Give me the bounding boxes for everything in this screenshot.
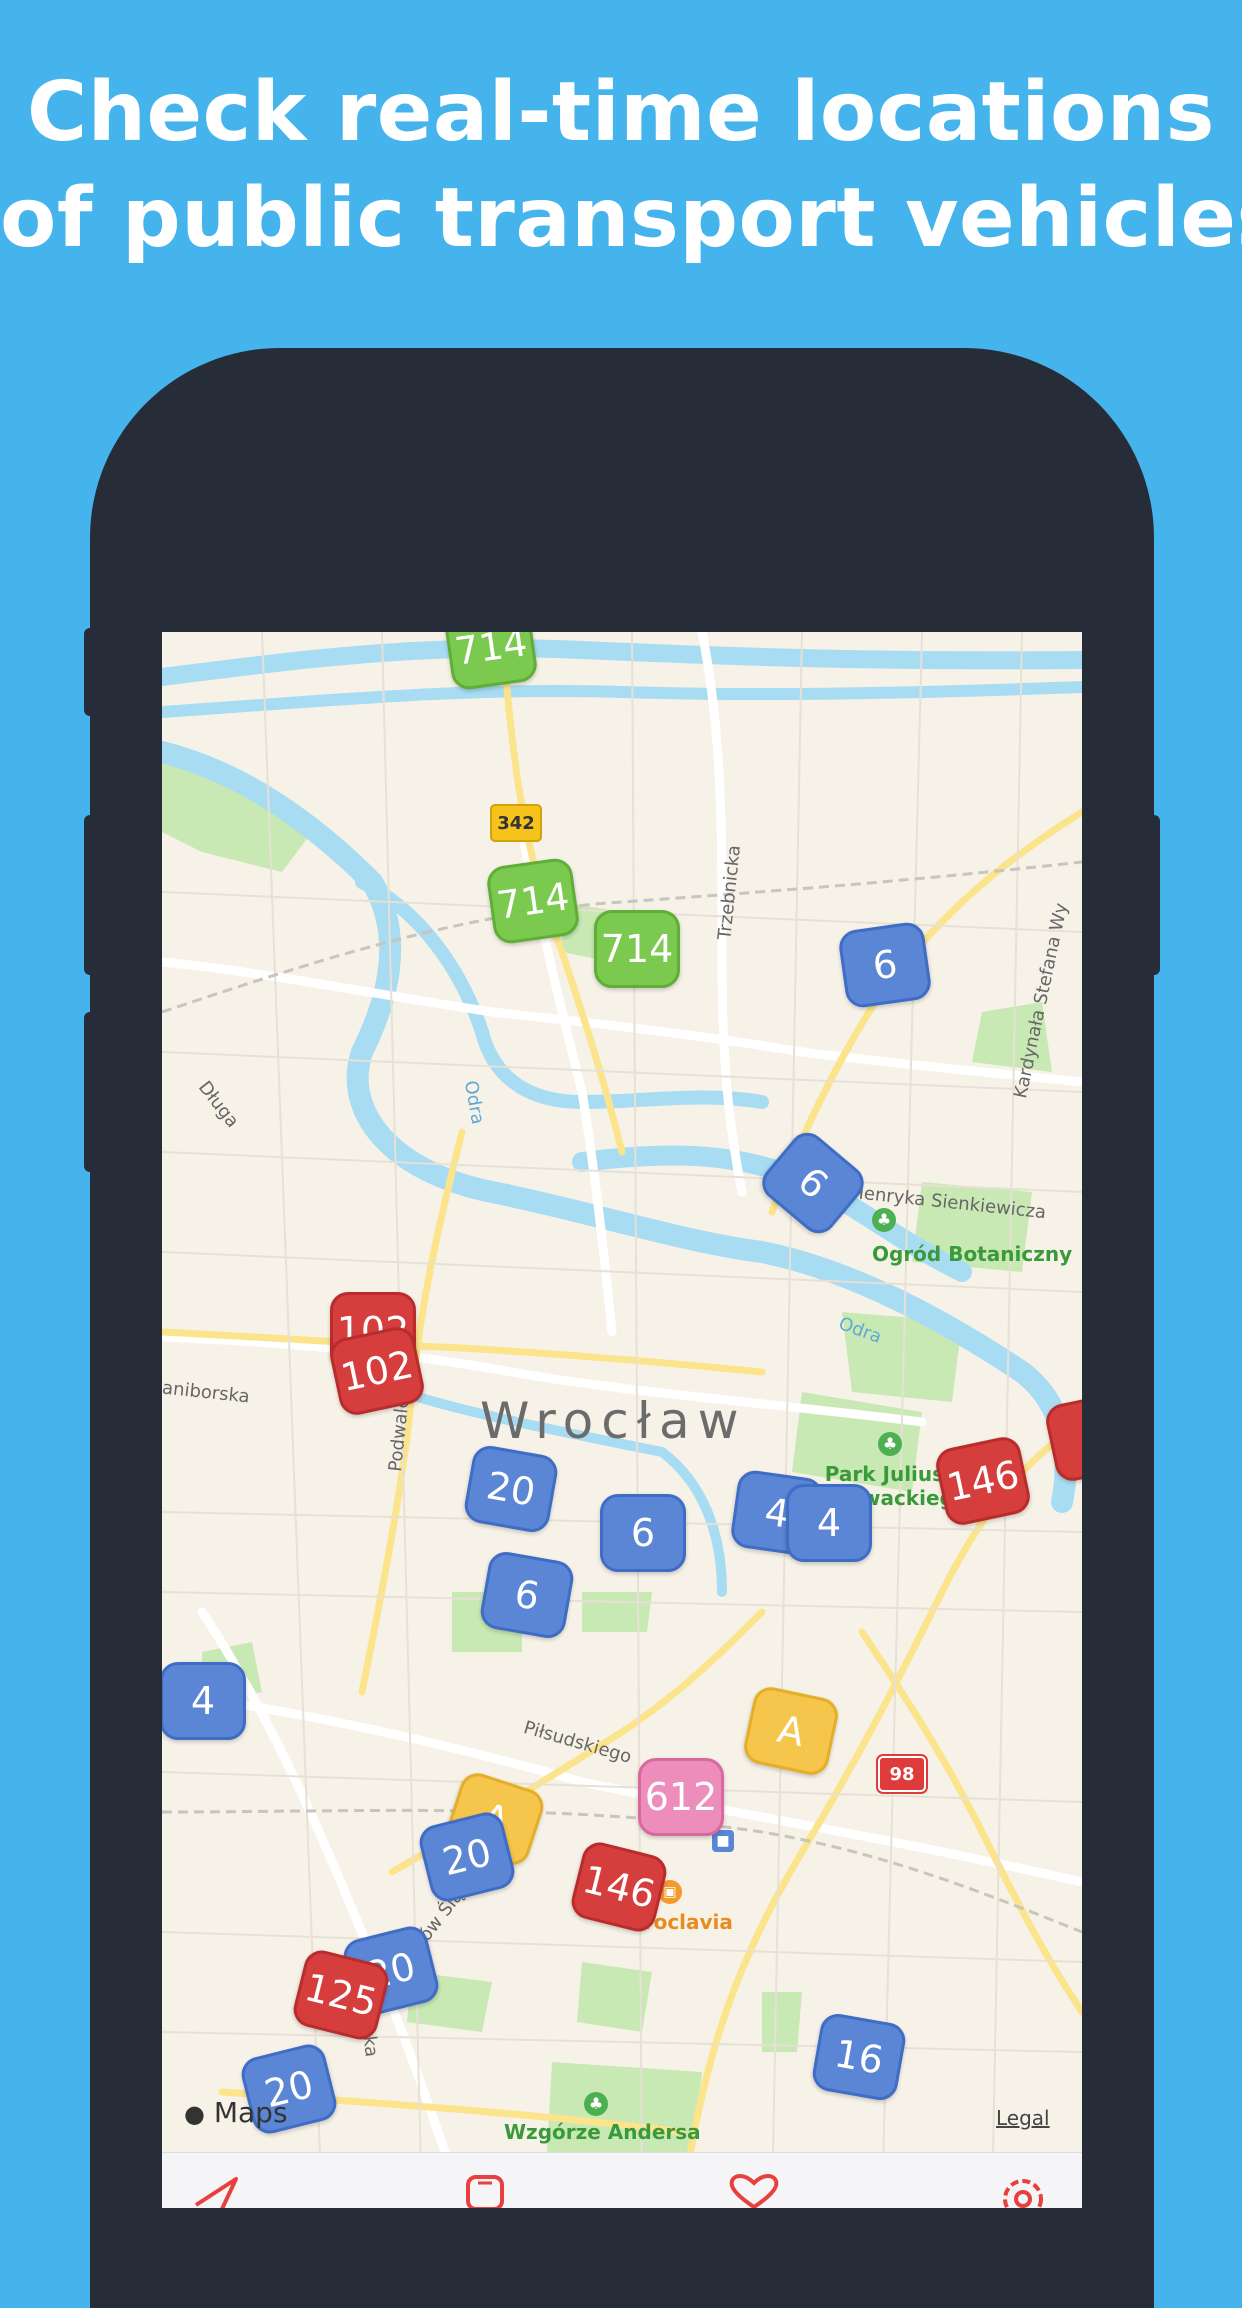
poi-wzgorze-label: Wzgórze Andersa [504,2120,701,2144]
vehicle-marker[interactable]: 714 [484,856,582,946]
map-screen[interactable]: Wrocław Długa Odra Odra Trzebnicka Henry… [162,632,1082,2208]
maps-attribution-text: Maps [213,2096,288,2129]
tab-vehicles[interactable] [462,2173,508,2208]
tree-icon: ♣ [584,2092,608,2116]
vehicle-marker[interactable]: 714 [594,910,680,988]
vehicle-marker[interactable]: 6 [836,920,934,1010]
heart-icon [729,2174,779,2208]
poi-ogrod-label: Ogród Botaniczny [872,1242,1073,1266]
road-shield-342: 342 [490,804,542,842]
poi-park-icon: ♣ [878,1432,902,1456]
headline-line-1: Check real-time locations [26,65,1215,160]
tab-location[interactable] [192,2175,240,2208]
poi-wzgorze-icon: ♣ [584,2092,608,2116]
poi-ogrod-botaniczny: ♣ [872,1208,896,1236]
location-arrow-icon [194,2177,238,2208]
apple-logo-icon: ● [184,2100,205,2128]
vehicle-icon [466,2175,504,2208]
headline: Check real-time locations of public tran… [0,60,1242,272]
maps-attribution: ● Maps [184,2096,288,2129]
tab-favorites[interactable] [726,2173,782,2208]
vehicle-marker[interactable]: 16 [809,2011,909,2103]
vehicle-marker[interactable]: 4 [162,1662,246,1740]
tree-icon: ♣ [878,1432,902,1456]
gear-icon [1003,2179,1043,2208]
vehicle-marker[interactable]: 20 [461,1443,561,1535]
headline-line-2: of public transport vehicles [0,171,1242,266]
tab-settings[interactable] [994,2173,1052,2208]
legal-link[interactable]: Legal [996,2106,1050,2130]
vehicle-marker[interactable]: 6 [477,1549,577,1641]
tab-bar [162,2152,1082,2208]
tree-icon: ♣ [872,1208,896,1232]
vehicle-marker[interactable]: 4 [786,1484,872,1562]
vehicle-marker[interactable]: 6 [600,1494,686,1572]
vehicle-marker[interactable]: 612 [638,1758,724,1836]
road-shield-98: 98 [876,1754,928,1794]
city-label: Wrocław [480,1392,747,1450]
